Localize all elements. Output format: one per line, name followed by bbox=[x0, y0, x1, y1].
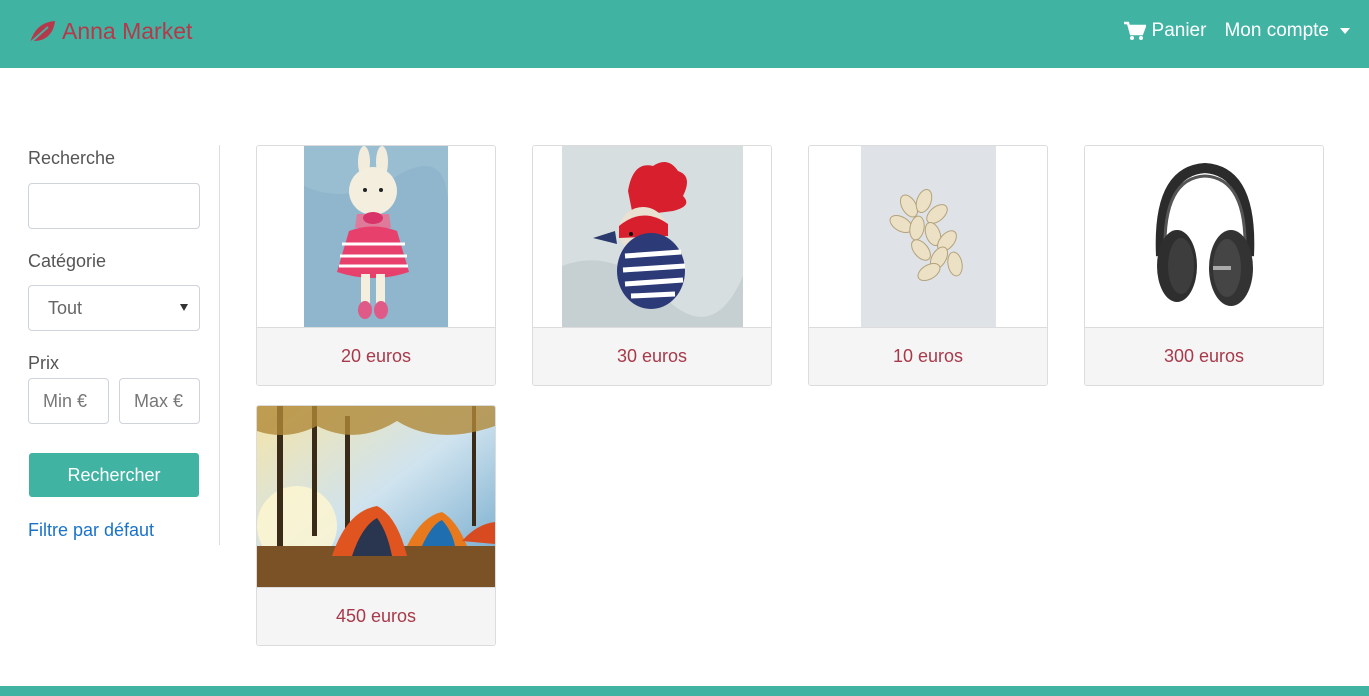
product-price: 300 euros bbox=[1085, 327, 1323, 385]
footer-bar bbox=[0, 686, 1369, 696]
headphones-image bbox=[1085, 146, 1323, 327]
filter-sidebar: Recherche Catégorie Tout Prix Min € Max … bbox=[28, 145, 220, 545]
product-price: 10 euros bbox=[809, 327, 1047, 385]
product-card[interactable]: 450 euros bbox=[256, 405, 496, 646]
brand-logo-link[interactable]: Anna Market bbox=[28, 18, 192, 45]
top-navbar: Anna Market Panier Mon compte bbox=[0, 0, 1369, 68]
chevron-down-icon bbox=[1340, 28, 1350, 34]
account-dropdown[interactable]: Mon compte bbox=[1224, 20, 1350, 42]
search-button[interactable]: Rechercher bbox=[29, 453, 199, 497]
product-card[interactable]: 30 euros bbox=[532, 145, 772, 386]
cart-link[interactable]: Panier bbox=[1123, 20, 1207, 42]
search-input[interactable] bbox=[28, 183, 200, 229]
cart-icon bbox=[1123, 21, 1146, 40]
brand-name: Anna Market bbox=[62, 18, 193, 44]
product-price: 450 euros bbox=[257, 587, 495, 645]
product-card[interactable]: 300 euros bbox=[1084, 145, 1324, 386]
dropdown-arrow-icon bbox=[180, 304, 188, 311]
leaf-icon bbox=[29, 20, 55, 44]
price-label: Prix bbox=[28, 353, 59, 373]
price-max-input[interactable]: Max € bbox=[119, 378, 200, 424]
category-select[interactable]: Tout bbox=[28, 285, 200, 331]
product-card[interactable]: 20 euros bbox=[256, 145, 496, 386]
product-price: 20 euros bbox=[257, 327, 495, 385]
crochet-bunny-image bbox=[257, 146, 495, 327]
category-label: Catégorie bbox=[28, 251, 107, 271]
product-card[interactable]: 10 euros bbox=[808, 145, 1048, 386]
product-price: 30 euros bbox=[533, 327, 771, 385]
crochet-bird-image bbox=[533, 146, 771, 327]
price-min-input[interactable]: Min € bbox=[28, 378, 109, 424]
search-label: Recherche bbox=[28, 148, 116, 168]
account-label: Mon compte bbox=[1224, 20, 1329, 41]
cart-label: Panier bbox=[1151, 20, 1207, 41]
tents-forest-image bbox=[257, 406, 495, 587]
category-selected-value: Tout bbox=[48, 297, 83, 318]
reset-filters-link[interactable]: Filtre par défaut bbox=[28, 520, 154, 541]
pumpkin-seeds-image bbox=[809, 146, 1047, 327]
